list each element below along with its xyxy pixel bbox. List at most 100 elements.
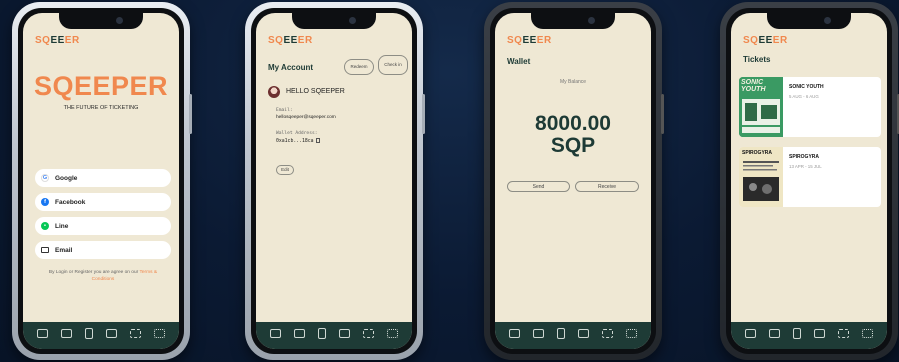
copy-icon[interactable] [315, 138, 320, 143]
ar-icon[interactable] [813, 329, 825, 338]
bezel: SQEEER Tickets SONIC YOUTH SONIC YOUTH 5… [726, 8, 892, 354]
ticket-date: 13 APR - 15 JUL [789, 164, 822, 169]
line-icon: • [41, 222, 49, 230]
logo-mid: EE [50, 35, 65, 46]
send-button[interactable]: Send [507, 181, 570, 192]
wallet-address-label: Wallet Address: [276, 131, 318, 136]
email-label: Email: [276, 108, 293, 113]
side-button [422, 94, 425, 134]
phone-login: SQEEER SQEEPER THE FUTURE OF TICKETING G… [12, 2, 192, 360]
bezel: SQEEER My Account Redeem Check in HELLO … [251, 8, 417, 354]
ar-icon[interactable] [105, 329, 117, 338]
email-login-button[interactable]: Email [35, 241, 171, 259]
page-title: My Account [268, 63, 314, 72]
ar-icon[interactable] [338, 329, 350, 338]
wallet-icon[interactable] [37, 329, 49, 338]
facebook-icon: f [41, 198, 49, 206]
brand-logo: SQEEER [35, 35, 80, 46]
scan-icon[interactable] [362, 329, 374, 338]
ticket-icon[interactable] [294, 329, 306, 338]
brand-logo: SQEEER [507, 35, 552, 46]
checkin-button[interactable]: Check in [378, 55, 408, 75]
ticket-icon[interactable] [61, 329, 73, 338]
side-button [189, 94, 192, 134]
phone-icon[interactable] [793, 328, 802, 339]
tab-bar [256, 322, 412, 349]
phone-wallet: SQEEER Wallet My Balance 8000.00 SQP Sen… [484, 2, 664, 360]
phone-account: SQEEER My Account Redeem Check in HELLO … [245, 2, 425, 360]
scan-icon[interactable] [601, 329, 613, 338]
page-title: Tickets [743, 55, 771, 64]
edit-button[interactable]: Edit [276, 165, 294, 175]
email-label: Email [55, 246, 73, 254]
qr-icon[interactable] [153, 329, 165, 338]
tickets-screen: SQEEER Tickets SONIC YOUTH SONIC YOUTH 5… [731, 13, 887, 349]
ticket-name: SONIC YOUTH [789, 84, 824, 90]
tagline: THE FUTURE OF TICKETING [63, 105, 139, 111]
poster-text: SONIC YOUTH [741, 79, 766, 93]
bezel: SQEEER Wallet My Balance 8000.00 SQP Sen… [490, 8, 656, 354]
phone-icon[interactable] [557, 328, 566, 339]
scan-icon[interactable] [129, 329, 141, 338]
wallet-address-value: 0xa1cb...18ca [276, 139, 314, 144]
google-login-button[interactable]: G Google [35, 169, 171, 187]
qr-icon[interactable] [625, 329, 637, 338]
line-login-button[interactable]: • Line [35, 217, 171, 235]
ticket-icon[interactable] [533, 329, 545, 338]
tab-bar [495, 322, 651, 349]
wallet-address-row: 0xa1cb...18ca [276, 138, 320, 144]
phone-icon[interactable] [318, 328, 327, 339]
logo-right: ER [536, 35, 552, 46]
terms-prefix: By Login or Register you are agree on ou… [48, 270, 140, 275]
notch [767, 13, 851, 29]
email-value: hellosqeeper@sqeeper.com [276, 115, 336, 120]
facebook-label: Facebook [55, 198, 86, 206]
tab-bar [23, 322, 179, 349]
logo-left: SQ [268, 35, 284, 46]
logo-mid: EE [283, 35, 298, 46]
logo-left: SQ [35, 35, 51, 46]
wallet-screen: SQEEER Wallet My Balance 8000.00 SQP Sen… [495, 13, 651, 349]
poster-text: SPIROGYRA [742, 150, 773, 156]
logo-right: ER [772, 35, 788, 46]
redeem-button[interactable]: Redeem [344, 59, 374, 75]
ticket-poster: SONIC YOUTH [739, 77, 783, 137]
email-icon [41, 247, 49, 253]
ticket-icon[interactable] [769, 329, 781, 338]
wallet-icon[interactable] [509, 329, 521, 338]
account-screen: SQEEER My Account Redeem Check in HELLO … [256, 13, 412, 349]
ar-icon[interactable] [577, 329, 589, 338]
wallet-icon[interactable] [745, 329, 757, 338]
wallet-icon[interactable] [270, 329, 282, 338]
brand-logo: SQEEER [743, 35, 788, 46]
ticket-card-sonic-youth[interactable]: SONIC YOUTH SONIC YOUTH 5 AUG - 6 AUG [739, 77, 881, 137]
phone-tickets: SQEEER Tickets SONIC YOUTH SONIC YOUTH 5… [720, 2, 899, 360]
camera [349, 17, 356, 24]
bezel: SQEEER SQEEPER THE FUTURE OF TICKETING G… [18, 8, 184, 354]
logo-mid: EE [522, 35, 537, 46]
balance-display: 8000.00 SQP [495, 112, 651, 158]
logo-right: ER [64, 35, 80, 46]
logo-left: SQ [743, 35, 759, 46]
line-label: Line [55, 222, 69, 230]
qr-icon[interactable] [386, 329, 398, 338]
terms-text: By Login or Register you are agree on ou… [41, 269, 165, 283]
ticket-poster: SPIROGYRA [739, 147, 783, 207]
side-button [661, 94, 664, 134]
brand-logo: SQEEER [268, 35, 313, 46]
balance-label: My Balance [559, 79, 587, 85]
receive-button[interactable]: Receive [575, 181, 639, 192]
logo-left: SQ [507, 35, 523, 46]
ticket-card-spirogyra[interactable]: SPIROGYRA SPIROGYRA 13 APR - 15 JUL [739, 147, 881, 207]
greeting: HELLO SQEEPER [286, 88, 345, 95]
login-screen: SQEEER SQEEPER THE FUTURE OF TICKETING G… [23, 13, 179, 349]
balance-unit: SQP [550, 134, 596, 158]
app-title: SQEEPER [33, 71, 169, 101]
phone-icon[interactable] [85, 328, 94, 339]
facebook-login-button[interactable]: f Facebook [35, 193, 171, 211]
notch [531, 13, 615, 29]
scan-icon[interactable] [837, 329, 849, 338]
qr-icon[interactable] [861, 329, 873, 338]
google-icon: G [41, 174, 49, 182]
poster-art [739, 147, 783, 207]
